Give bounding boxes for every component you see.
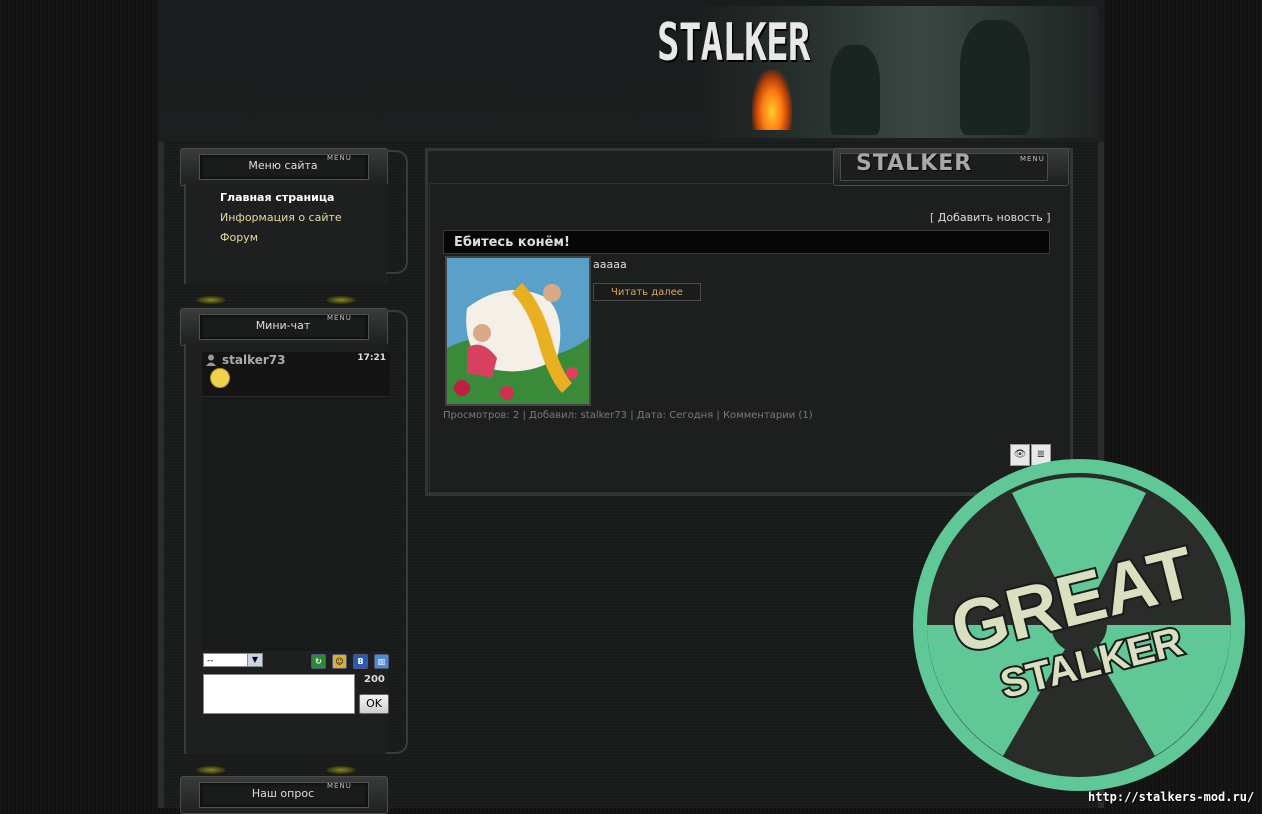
site-nav: Главная страница Информация о сайте Фору… bbox=[186, 184, 388, 248]
panel-lamp bbox=[326, 296, 356, 304]
date-label: Дата: bbox=[636, 410, 667, 421]
site-logo[interactable]: STALKER bbox=[657, 10, 810, 76]
panel-lamp bbox=[196, 296, 226, 304]
add-news-link-wrapper: [ Добавить новость ] bbox=[930, 211, 1051, 224]
header-soldier-left bbox=[830, 45, 880, 135]
bbcode-icon[interactable]: B bbox=[353, 654, 368, 669]
panel-lamp bbox=[326, 766, 356, 774]
comments-link[interactable]: Комментарии (1) bbox=[723, 410, 813, 421]
poll-panel-header: Наш опрос MENU bbox=[180, 776, 388, 814]
news-title-bar: Ебитесь конём! bbox=[443, 230, 1050, 254]
refresh-icon[interactable]: ↻ bbox=[311, 654, 326, 669]
chat-timestamp: 17:21 bbox=[357, 353, 386, 363]
news-thumbnail-art bbox=[447, 258, 589, 404]
news-date: Сегодня bbox=[669, 410, 714, 421]
chevron-down-icon[interactable]: ▼ bbox=[247, 654, 262, 666]
chat-select-value: -- bbox=[207, 656, 214, 666]
smiley-icon bbox=[210, 368, 230, 388]
user-icon bbox=[206, 354, 216, 366]
nav-item-forum[interactable]: Форум bbox=[186, 228, 388, 248]
views-label: Просмотров: bbox=[443, 410, 510, 421]
main-section-tag: STALKER MENU bbox=[833, 148, 1069, 186]
views-count: 2 bbox=[512, 410, 520, 421]
menu-tag: MENU bbox=[327, 782, 352, 790]
chat-message: stalker73 17:21 bbox=[202, 352, 390, 397]
rules-icon[interactable]: ▥ bbox=[374, 654, 389, 669]
chat-send-button[interactable]: OK bbox=[359, 694, 389, 714]
menu-panel-body: Главная страница Информация о сайте Фору… bbox=[184, 184, 388, 284]
header-soldier-right bbox=[960, 20, 1030, 135]
news-excerpt: ааааа bbox=[593, 258, 627, 271]
chat-emoticon-select[interactable]: -- ▼ bbox=[203, 653, 263, 667]
menu-panel-pipe bbox=[386, 150, 408, 274]
poll-panel: Наш опрос MENU bbox=[180, 776, 408, 814]
read-more-button[interactable]: Читать далее bbox=[593, 283, 701, 301]
chat-message-list[interactable] bbox=[202, 397, 390, 651]
menu-tag: MENU bbox=[327, 314, 352, 322]
chat-username[interactable]: stalker73 bbox=[222, 353, 286, 367]
smiles-icon[interactable]: ☺ bbox=[332, 654, 347, 669]
menu-panel: Меню сайта MENU Главная страница Информа… bbox=[180, 148, 408, 298]
great-stalker-watermark: GREAT STALKER bbox=[913, 459, 1245, 791]
chat-message-input[interactable] bbox=[203, 674, 355, 714]
header-campfire bbox=[752, 70, 792, 130]
watermark-url: http://stalkers-mod.ru/ bbox=[1088, 790, 1255, 804]
nav-item-home[interactable]: Главная страница bbox=[186, 188, 388, 208]
menu-tag: MENU bbox=[1020, 155, 1045, 163]
main-tag-title: STALKER bbox=[856, 151, 973, 176]
news-meta: Просмотров: 2 | Добавил: stalker73 | Дат… bbox=[443, 410, 813, 421]
add-news-link[interactable]: Добавить новость bbox=[938, 211, 1043, 224]
chat-panel-header: Мини-чат MENU bbox=[180, 308, 388, 346]
chat-char-count: 200 bbox=[364, 674, 385, 685]
news-title[interactable]: Ебитесь конём! bbox=[454, 235, 570, 250]
panel-lamp bbox=[196, 766, 226, 774]
nav-item-about[interactable]: Информация о сайте bbox=[186, 208, 388, 228]
menu-tag: MENU bbox=[327, 154, 352, 162]
news-thumbnail[interactable] bbox=[445, 256, 591, 406]
menu-panel-header: Меню сайта MENU bbox=[180, 148, 388, 186]
news-author[interactable]: stalker73 bbox=[581, 410, 627, 421]
added-label: Добавил: bbox=[529, 410, 578, 421]
